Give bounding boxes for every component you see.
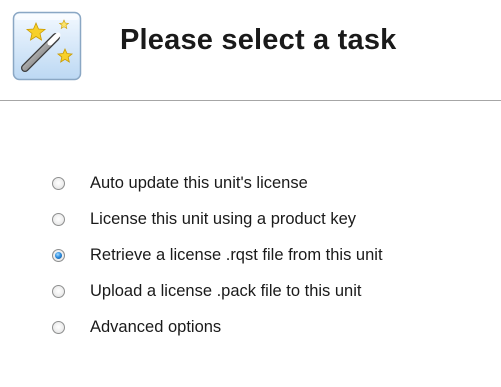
option-auto-update-license[interactable]: Auto update this unit's license: [52, 165, 383, 201]
wizard-wand-icon: [12, 11, 82, 81]
option-retrieve-rqst-file[interactable]: Retrieve a license .rqst file from this …: [52, 237, 383, 273]
option-label: Advanced options: [90, 317, 222, 336]
option-label: License this unit using a product key: [90, 209, 356, 228]
header-divider: [0, 100, 501, 101]
radio-button[interactable]: [52, 248, 65, 262]
radio-button[interactable]: [52, 176, 65, 190]
option-label: Auto update this unit's license: [90, 173, 308, 192]
radio-button[interactable]: [52, 320, 65, 334]
task-option-list: Auto update this unit's license License …: [52, 165, 383, 345]
option-upload-pack-file[interactable]: Upload a license .pack file to this unit: [52, 273, 383, 309]
page-title: Please select a task: [120, 24, 397, 56]
option-label: Upload a license .pack file to this unit: [90, 281, 362, 300]
wizard-header: Please select a task: [0, 0, 501, 100]
radio-button[interactable]: [52, 212, 65, 226]
option-license-product-key[interactable]: License this unit using a product key: [52, 201, 383, 237]
option-label: Retrieve a license .rqst file from this …: [90, 245, 383, 264]
radio-button[interactable]: [52, 284, 65, 298]
option-advanced-options[interactable]: Advanced options: [52, 309, 383, 345]
